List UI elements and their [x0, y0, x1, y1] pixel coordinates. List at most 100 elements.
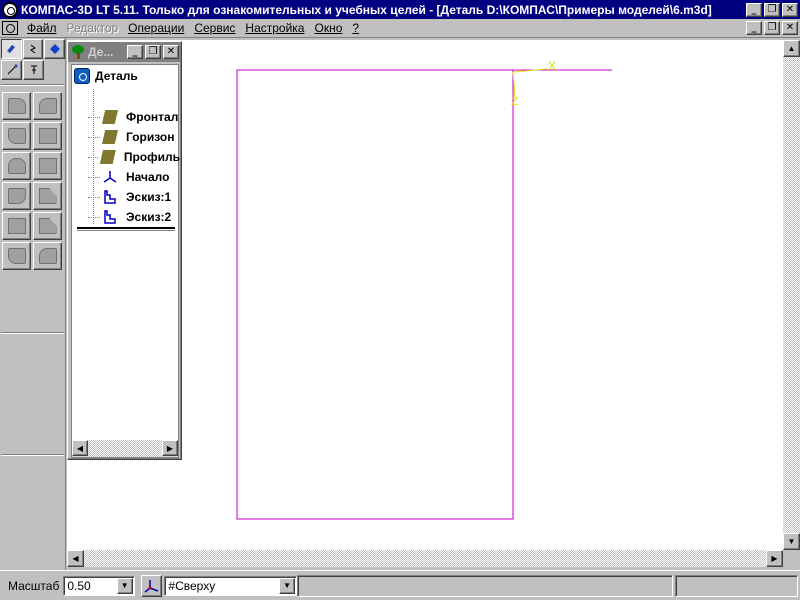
- extrude-icon: [7, 98, 26, 114]
- cut-rotate-icon: [7, 158, 26, 174]
- hole-button[interactable]: [33, 152, 62, 180]
- toolbar-separator: [1, 84, 64, 86]
- chamfer-button[interactable]: [33, 182, 62, 210]
- scroll-track[interactable]: [783, 57, 800, 533]
- tree-horizontal-scrollbar[interactable]: ◀ ▶: [72, 440, 178, 457]
- scroll-left-icon[interactable]: ◀: [72, 440, 88, 456]
- mode-points-button[interactable]: [44, 39, 66, 59]
- kinematic-icon: [7, 128, 26, 144]
- mode-3d-ops-button[interactable]: [1, 39, 22, 59]
- rotate-button[interactable]: [33, 92, 62, 120]
- model-tree-window: Де... _ ❐ ✕ Деталь Фронтал Горизон Профи…: [67, 41, 182, 460]
- scrollbar-corner: [783, 550, 800, 567]
- fillet-button[interactable]: [2, 182, 31, 210]
- scroll-left-icon[interactable]: ◀: [67, 550, 84, 567]
- scale-value: 0.50: [67, 578, 91, 593]
- tree-icon: [70, 44, 86, 60]
- sketch-icon: [104, 190, 116, 204]
- hole-icon: [38, 158, 57, 174]
- cut-rotate-button[interactable]: [2, 152, 31, 180]
- line-icon: [7, 64, 17, 75]
- minimize-button[interactable]: _: [746, 2, 762, 17]
- sketch-icon: [104, 210, 116, 224]
- view-combo[interactable]: #Сверху ▼: [164, 575, 298, 596]
- menu-help[interactable]: ?: [347, 20, 364, 37]
- kompas-app-icon[interactable]: [2, 1, 18, 18]
- scroll-track[interactable]: [88, 440, 162, 457]
- doc-restore-button[interactable]: ❐: [764, 21, 780, 35]
- toolbar-separator: [1, 332, 64, 334]
- tree-item-profile-plane[interactable]: Профиль: [88, 147, 180, 167]
- scale-label: Масштаб: [8, 578, 60, 593]
- measure-icon: [30, 65, 37, 74]
- origin-icon: [103, 171, 117, 183]
- tree-item-label: Эскиз:2: [126, 210, 172, 224]
- orientation-button[interactable]: [140, 574, 163, 597]
- title-bar: КОМПАС-3D LT 5.11. Только для ознакомите…: [0, 0, 800, 19]
- loft-icon: [38, 128, 57, 144]
- tree-item-label: Горизон: [126, 130, 175, 144]
- doc-minimize-button[interactable]: _: [746, 21, 762, 35]
- scale-combo[interactable]: 0.50 ▼: [63, 575, 135, 596]
- mode-line-button[interactable]: [1, 60, 22, 80]
- array-button[interactable]: [2, 242, 31, 270]
- menu-operations[interactable]: Операции: [123, 20, 189, 37]
- toolbar-separator: [1, 454, 64, 456]
- axes-icon: [144, 579, 158, 593]
- status-info-panel: [675, 574, 798, 597]
- view-value: #Сверху: [168, 578, 216, 593]
- menu-settings[interactable]: Настройка: [240, 20, 309, 37]
- chevron-down-icon[interactable]: ▼: [116, 577, 133, 594]
- diamond-icon: [49, 44, 60, 54]
- tree-root[interactable]: Деталь: [74, 68, 138, 84]
- loft-button[interactable]: [33, 122, 62, 150]
- tree-item-sketch-2[interactable]: Эскиз:2: [88, 207, 180, 227]
- tree-root-label: Деталь: [95, 69, 138, 83]
- left-toolbar: [0, 38, 66, 570]
- tree-item-frontal-plane[interactable]: Фронтал: [88, 107, 180, 127]
- tree-minimize-button[interactable]: _: [127, 45, 143, 59]
- shell-button[interactable]: [2, 212, 31, 240]
- tree-close-button[interactable]: ✕: [163, 45, 179, 59]
- tree-body: Деталь Фронтал Горизон Профиль Начало Эс…: [71, 64, 180, 458]
- tree-item-origin[interactable]: Начало: [88, 167, 180, 187]
- rib-button[interactable]: [33, 212, 62, 240]
- scroll-down-icon[interactable]: ▼: [783, 533, 800, 550]
- restore-button[interactable]: ❐: [764, 2, 780, 17]
- scroll-track[interactable]: [84, 550, 766, 567]
- tree-maximize-button[interactable]: ❐: [145, 45, 161, 59]
- tree-title-bar[interactable]: Де... _ ❐ ✕: [68, 42, 181, 62]
- fillet-icon: [7, 188, 26, 204]
- tree-item-sketch-1[interactable]: Эскиз:1: [88, 187, 180, 207]
- extrude-button[interactable]: [2, 92, 31, 120]
- viewport-vertical-scrollbar[interactable]: ▲ ▼: [783, 40, 800, 550]
- menu-editor[interactable]: Редактор: [62, 20, 124, 37]
- scroll-right-icon[interactable]: ▶: [766, 550, 783, 567]
- plane-icon: [99, 150, 116, 164]
- axis-x-label: X: [548, 59, 556, 73]
- sketch-rectangle: [236, 69, 514, 520]
- kinematic-button[interactable]: [2, 122, 31, 150]
- menu-file[interactable]: Файл: [22, 20, 62, 37]
- plane-icon: [102, 130, 118, 144]
- viewport-horizontal-scrollbar[interactable]: ◀ ▶: [67, 550, 783, 567]
- mode-curves-button[interactable]: [22, 39, 44, 59]
- scroll-right-icon[interactable]: ▶: [162, 440, 178, 456]
- mode-measure-button[interactable]: [23, 60, 44, 80]
- tree-item-label: Эскиз:1: [126, 190, 172, 204]
- slope-button[interactable]: [33, 242, 62, 270]
- scroll-up-icon[interactable]: ▲: [783, 40, 800, 57]
- chamfer-icon: [38, 188, 57, 204]
- chevron-down-icon[interactable]: ▼: [279, 577, 296, 594]
- document-system-icon[interactable]: [2, 21, 18, 35]
- slope-icon: [38, 248, 57, 264]
- tree-item-label: Профиль: [123, 150, 180, 164]
- menu-window[interactable]: Окно: [309, 20, 347, 37]
- eraser-icon: [7, 45, 16, 53]
- doc-close-button[interactable]: ✕: [782, 21, 798, 35]
- plane-icon: [102, 110, 118, 124]
- tree-item-horizontal-plane[interactable]: Горизон: [88, 127, 180, 147]
- menu-service[interactable]: Сервис: [189, 20, 240, 37]
- rotate-icon: [38, 98, 57, 114]
- close-button[interactable]: ✕: [782, 2, 798, 17]
